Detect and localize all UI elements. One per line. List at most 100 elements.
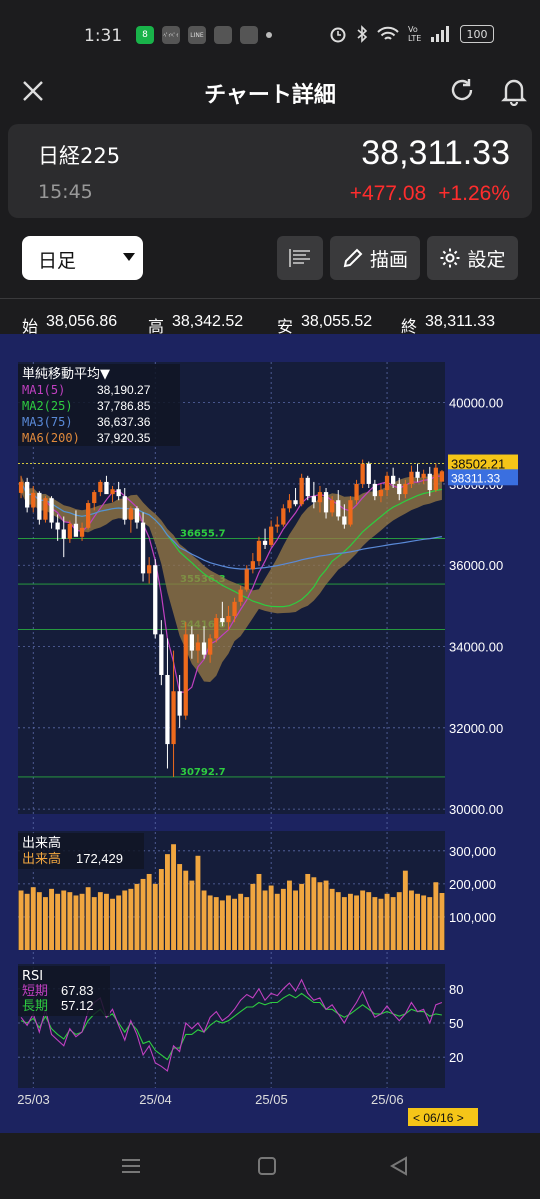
volume-bar bbox=[433, 882, 439, 950]
volume-bar bbox=[256, 873, 262, 950]
candle-body bbox=[110, 489, 115, 495]
candle-body bbox=[293, 500, 298, 505]
paypay-icon: ﾍﾟｲﾍﾟｲ bbox=[162, 26, 180, 44]
candle-body bbox=[232, 601, 237, 617]
home-icon[interactable] bbox=[257, 1155, 277, 1177]
bell-icon[interactable] bbox=[500, 76, 528, 106]
candle-body bbox=[391, 475, 396, 484]
candle-body bbox=[73, 523, 79, 537]
volume-bar bbox=[183, 870, 189, 950]
volume-legend-label: 出来高 bbox=[22, 851, 61, 867]
candle-body bbox=[256, 540, 262, 562]
chart-area[interactable]: 25/0325/0425/0525/0640000.0038000.003600… bbox=[0, 334, 540, 1133]
system-nav-bar bbox=[0, 1133, 540, 1199]
candle-body bbox=[372, 483, 377, 497]
volume-bar bbox=[439, 893, 445, 950]
candle-body bbox=[220, 618, 225, 623]
price-tick-label: 36000.00 bbox=[449, 558, 503, 573]
candle-body bbox=[195, 642, 201, 651]
volume-bar bbox=[427, 897, 433, 950]
candle-body bbox=[128, 508, 133, 520]
candle-body bbox=[104, 481, 109, 495]
candle-body bbox=[384, 475, 390, 491]
status-bar: 1:31 8 ﾍﾟｲﾍﾟｲ LINE Vo LTE 100 bbox=[0, 0, 540, 72]
candle-body bbox=[250, 561, 255, 570]
candle-body bbox=[25, 481, 30, 508]
volume-bar bbox=[55, 893, 61, 950]
candle-body bbox=[305, 477, 310, 497]
change-percent: +1.26% bbox=[438, 182, 510, 205]
candle-body bbox=[177, 691, 182, 716]
back-icon[interactable] bbox=[389, 1155, 409, 1177]
volume-bar bbox=[61, 890, 67, 950]
ma-legend-value: 37,920.35 bbox=[97, 431, 151, 445]
price-tick-label: 40000.00 bbox=[449, 396, 503, 411]
volume-bar bbox=[372, 897, 378, 950]
rsi-tick-label: 80 bbox=[449, 982, 463, 997]
volume-bar bbox=[360, 890, 366, 950]
line-icon: LINE bbox=[188, 26, 206, 44]
stock-chart[interactable]: 25/0325/0425/0525/0640000.0038000.003600… bbox=[0, 334, 540, 1133]
rsi-legend-title: RSI bbox=[22, 969, 43, 984]
candle-body bbox=[37, 492, 42, 520]
caret-down-icon bbox=[123, 253, 135, 261]
quote-time: 15:45 bbox=[38, 181, 93, 203]
rsi-short-label: 短期 bbox=[22, 984, 48, 999]
volume-bar bbox=[244, 897, 250, 950]
recent-apps-icon[interactable] bbox=[120, 1155, 142, 1177]
settings-button[interactable]: 設定 bbox=[427, 236, 518, 280]
candle-body bbox=[140, 522, 146, 574]
indicator-list-button[interactable] bbox=[277, 236, 323, 280]
candle-body bbox=[360, 463, 365, 484]
volume-bar bbox=[396, 892, 402, 950]
candle-body bbox=[299, 477, 304, 505]
candle-body bbox=[366, 463, 371, 484]
volume-bar bbox=[250, 883, 256, 950]
volume-bar bbox=[79, 893, 85, 950]
pin-icon bbox=[240, 26, 258, 44]
draw-button[interactable]: 描画 bbox=[330, 236, 420, 280]
period-select[interactable]: 日足 bbox=[22, 236, 143, 280]
close-value: 38,311.33 bbox=[425, 313, 495, 330]
volume-bar bbox=[366, 892, 372, 950]
candle-body bbox=[287, 500, 292, 509]
volume-bar bbox=[195, 855, 201, 950]
volume-bar bbox=[335, 892, 341, 950]
candle-body bbox=[281, 508, 286, 525]
system-icons: Vo LTE 100 bbox=[329, 25, 494, 43]
level-line-label: 36655.7 bbox=[180, 529, 226, 540]
volume-bar bbox=[122, 890, 128, 950]
candle-body bbox=[421, 473, 426, 478]
volume-bar bbox=[134, 883, 140, 950]
volume-bar bbox=[305, 873, 311, 950]
quote-card: 日経225 15:45 38,311.33 +477.08 +1.26% bbox=[8, 124, 532, 218]
high-value: 38,342.52 bbox=[172, 313, 244, 330]
candle-body bbox=[55, 522, 60, 530]
volume-bar bbox=[158, 869, 164, 950]
candle-body bbox=[208, 638, 213, 655]
candle-body bbox=[275, 524, 280, 527]
rsi-tick-label: 20 bbox=[449, 1050, 463, 1065]
candle-body bbox=[67, 523, 72, 539]
volume-bar bbox=[311, 877, 317, 950]
last-price-tag: 38311.33 bbox=[451, 471, 500, 485]
current-price: 38,311.33 bbox=[361, 134, 510, 172]
refresh-icon[interactable] bbox=[448, 76, 476, 104]
more-dot-icon bbox=[266, 32, 272, 38]
volume-bar bbox=[317, 882, 323, 950]
volume-tick-label: 200,000 bbox=[449, 877, 496, 892]
volume-tick-label: 100,000 bbox=[449, 910, 496, 925]
volume-bar bbox=[402, 870, 408, 950]
volume-bar bbox=[348, 893, 353, 950]
volume-bar bbox=[329, 888, 335, 950]
volume-bar bbox=[341, 897, 347, 950]
cursor-price-tag: 38502.21 bbox=[451, 457, 505, 472]
wifi-icon bbox=[377, 26, 399, 40]
volume-bar bbox=[49, 888, 54, 950]
ma-legend-title: 単純移動平均▼ bbox=[22, 366, 110, 382]
volume-bar bbox=[67, 892, 73, 950]
candle-body bbox=[433, 467, 438, 491]
candle-body bbox=[214, 618, 219, 639]
list-icon bbox=[289, 249, 310, 267]
rsi-long-label: 長期 bbox=[22, 999, 48, 1014]
